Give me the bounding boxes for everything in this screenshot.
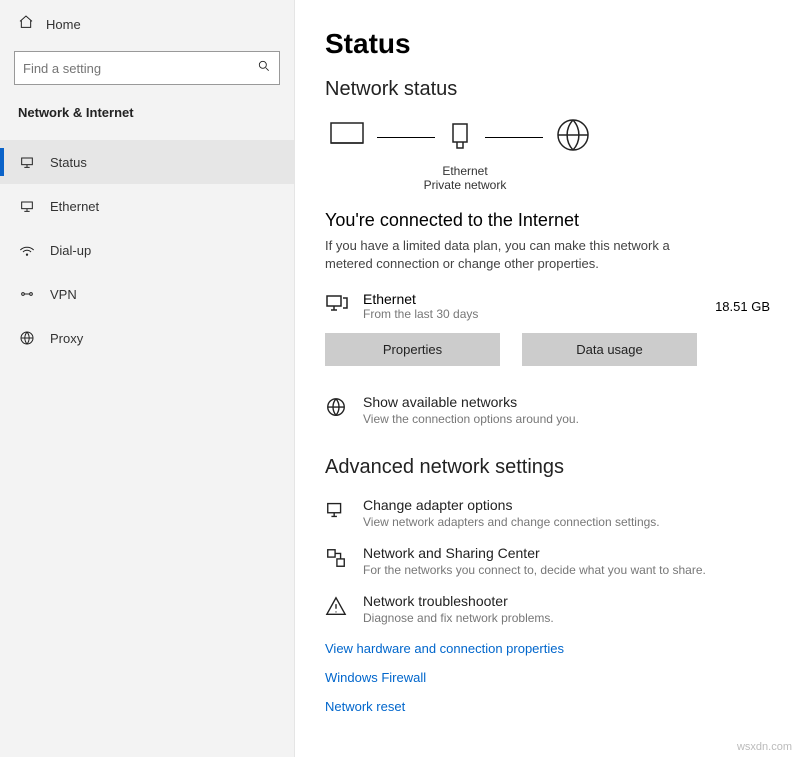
search-input[interactable] xyxy=(23,61,257,76)
globe-icon xyxy=(325,394,349,426)
dialup-icon xyxy=(18,242,36,258)
home-icon xyxy=(18,14,34,35)
page-title: Status xyxy=(325,28,770,60)
nav-label: Dial-up xyxy=(50,243,91,258)
nav-item-status[interactable]: Status xyxy=(0,140,294,184)
diagram-labels: Ethernet Private network xyxy=(395,164,535,192)
section-network-status: Network status xyxy=(325,78,770,101)
link-windows-firewall[interactable]: Windows Firewall xyxy=(325,670,770,685)
network-troubleshooter[interactable]: Network troubleshooter Diagnose and fix … xyxy=(325,593,770,625)
option-desc: View the connection options around you. xyxy=(363,412,579,426)
sharing-icon xyxy=(325,545,349,577)
search-box[interactable] xyxy=(14,51,280,85)
advanced-heading: Advanced network settings xyxy=(325,456,770,479)
main-content: Status Network status Ethernet Private n… xyxy=(295,0,800,757)
network-diagram xyxy=(329,117,770,158)
connected-title: You're connected to the Internet xyxy=(325,210,770,231)
nav-item-ethernet[interactable]: Ethernet xyxy=(0,184,294,228)
home-link[interactable]: Home xyxy=(0,0,294,45)
adapter-icon xyxy=(325,497,349,529)
link-network-reset[interactable]: Network reset xyxy=(325,699,770,714)
search-icon xyxy=(257,59,271,78)
warning-icon xyxy=(325,593,349,625)
sidebar: Home Network & Internet Status Ethernet … xyxy=(0,0,295,757)
vpn-icon xyxy=(18,286,36,302)
network-usage: 18.51 GB xyxy=(715,299,770,314)
show-available-networks[interactable]: Show available networks View the connect… xyxy=(325,394,770,426)
nav-item-vpn[interactable]: VPN xyxy=(0,272,294,316)
network-sharing-center[interactable]: Network and Sharing Center For the netwo… xyxy=(325,545,770,577)
status-icon xyxy=(18,154,36,170)
computer-icon xyxy=(329,121,365,154)
diagram-line xyxy=(377,137,435,138)
nav-label: VPN xyxy=(50,287,77,302)
option-desc: View network adapters and change connect… xyxy=(363,515,660,529)
option-title: Show available networks xyxy=(363,394,579,410)
option-title: Network and Sharing Center xyxy=(363,545,706,561)
proxy-icon xyxy=(18,330,36,346)
globe-icon xyxy=(555,117,591,158)
nav-item-dialup[interactable]: Dial-up xyxy=(0,228,294,272)
connected-desc: If you have a limited data plan, you can… xyxy=(325,237,685,273)
nav-label: Proxy xyxy=(50,331,83,346)
ethernet-icon xyxy=(325,292,349,321)
option-desc: Diagnose and fix network problems. xyxy=(363,611,554,625)
category-heading: Network & Internet xyxy=(0,99,294,140)
link-hardware-properties[interactable]: View hardware and connection properties xyxy=(325,641,770,656)
option-title: Network troubleshooter xyxy=(363,593,554,609)
option-desc: For the networks you connect to, decide … xyxy=(363,563,706,577)
network-row: Ethernet From the last 30 days 18.51 GB xyxy=(325,291,770,321)
properties-button[interactable]: Properties xyxy=(325,333,500,366)
nav-label: Ethernet xyxy=(50,199,99,214)
home-label: Home xyxy=(46,17,81,32)
network-sub: From the last 30 days xyxy=(363,307,701,321)
diagram-profile-label: Private network xyxy=(395,178,535,192)
option-title: Change adapter options xyxy=(363,497,660,513)
ethernet-icon xyxy=(18,198,36,214)
adapter-icon xyxy=(447,120,473,155)
nav-label: Status xyxy=(50,155,87,170)
diagram-adapter-label: Ethernet xyxy=(395,164,535,178)
diagram-line xyxy=(485,137,543,138)
button-row: Properties Data usage xyxy=(325,333,770,366)
network-name: Ethernet xyxy=(363,291,701,307)
watermark: wsxdn.com xyxy=(737,741,792,753)
change-adapter-options[interactable]: Change adapter options View network adap… xyxy=(325,497,770,529)
data-usage-button[interactable]: Data usage xyxy=(522,333,697,366)
nav-list: Status Ethernet Dial-up VPN Proxy xyxy=(0,140,294,360)
nav-item-proxy[interactable]: Proxy xyxy=(0,316,294,360)
